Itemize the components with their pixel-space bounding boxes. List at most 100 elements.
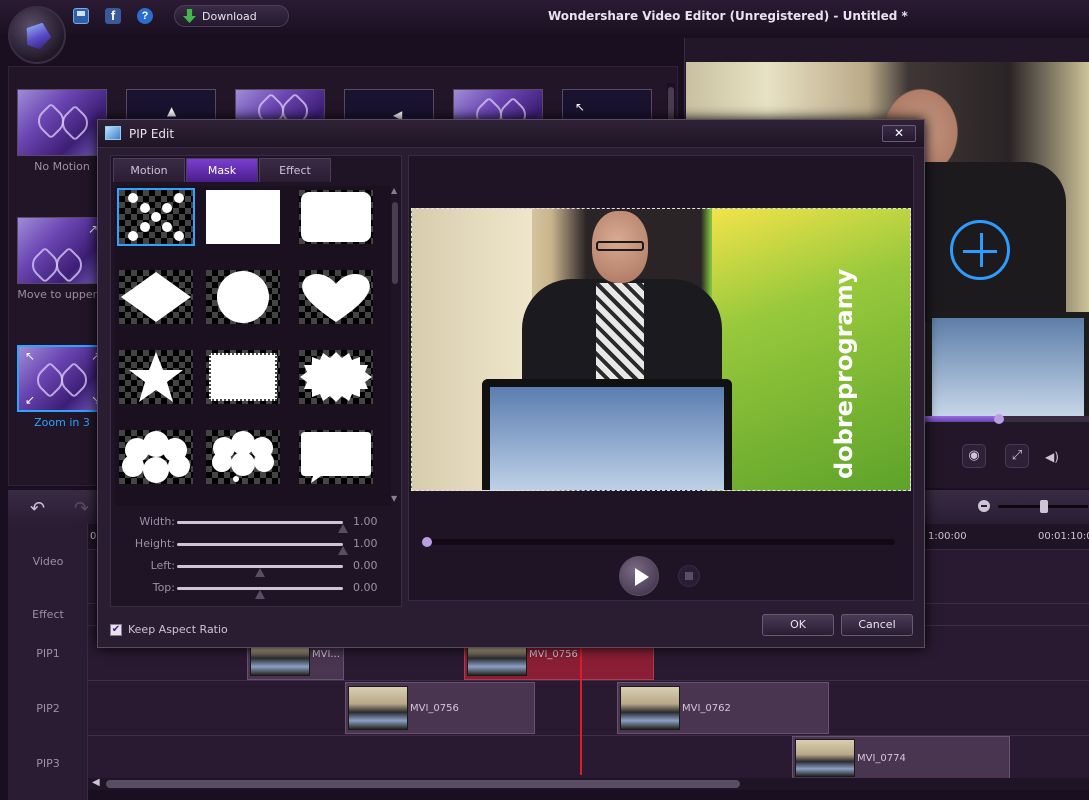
clip-name: MVI_0756 xyxy=(529,648,578,660)
mask-burst[interactable] xyxy=(297,348,375,406)
mask-speech-bubble[interactable] xyxy=(297,428,375,486)
pip-edit-dialog: PIP Edit ✕ Motion Mask Effect ▲ ▼ Width:… xyxy=(97,119,925,648)
heart-shape-icon xyxy=(302,274,370,322)
motion-thumb-no-motion[interactable] xyxy=(17,89,107,156)
motion-thumb-move-upper[interactable]: ↗ xyxy=(17,217,107,284)
camera-icon: ◉ xyxy=(968,448,980,463)
track-label-pip1: PIP1 xyxy=(36,647,60,660)
mask-diamond[interactable] xyxy=(117,268,195,326)
clip-name: MVI_0762 xyxy=(682,702,731,714)
mask-grid xyxy=(115,186,391,506)
close-button[interactable]: ✕ xyxy=(882,125,916,142)
progress-fill xyxy=(925,416,1000,422)
keep-aspect-label: Keep Aspect Ratio xyxy=(128,623,228,636)
pip2-track[interactable]: MVI_0756 MVI_0762 xyxy=(88,681,1089,736)
motion-label: Move to upper... xyxy=(17,288,107,301)
undo-icon[interactable]: ↶ xyxy=(30,498,45,519)
scroll-thumb[interactable] xyxy=(392,202,398,284)
param-value: 0.00 xyxy=(353,559,378,572)
mask-thought-bubble[interactable] xyxy=(204,428,282,486)
pip3-track[interactable]: MVI_0774 xyxy=(88,736,1089,780)
param-value: 0.00 xyxy=(353,581,378,594)
slider-knob[interactable] xyxy=(338,524,348,533)
zoom-out-icon[interactable] xyxy=(978,500,990,512)
mask-star[interactable] xyxy=(117,348,195,406)
play-button[interactable] xyxy=(619,556,659,596)
gem-icon xyxy=(21,18,54,51)
pip-preview-video: dobreprogramy xyxy=(411,208,911,491)
ok-button[interactable]: OK xyxy=(762,614,834,636)
download-button[interactable]: Download xyxy=(174,5,289,27)
left-slider[interactable] xyxy=(177,565,343,577)
motion-label: No Motion xyxy=(34,160,90,173)
keep-aspect-row: ✔ Keep Aspect Ratio xyxy=(110,623,228,636)
slider-knob[interactable] xyxy=(338,546,348,555)
dialog-titlebar[interactable]: PIP Edit ✕ xyxy=(98,120,924,148)
preview-progress[interactable] xyxy=(925,414,1089,424)
zoom-slider[interactable] xyxy=(998,500,1088,513)
motion-thumb-zoom-in-3[interactable]: ↖ ↗ ↙ ↘ xyxy=(17,345,107,412)
param-label: Left: xyxy=(150,559,175,572)
add-icon[interactable] xyxy=(950,220,1010,280)
volume-icon[interactable]: ◀) xyxy=(1045,450,1059,464)
timeline-scrollbar[interactable]: ◀ xyxy=(88,777,1089,790)
heart-icon xyxy=(55,361,93,399)
param-label: Width: xyxy=(139,515,175,528)
clip-thumbnail xyxy=(348,686,408,730)
clip-thumbnail xyxy=(795,739,855,777)
help-icon[interactable]: ? xyxy=(137,8,153,24)
zoom-knob[interactable] xyxy=(1040,500,1048,513)
redo-icon[interactable]: ↷ xyxy=(74,498,89,519)
pip-progress[interactable] xyxy=(422,537,895,547)
progress-knob[interactable] xyxy=(422,537,432,547)
height-slider[interactable] xyxy=(177,543,348,555)
mask-circle[interactable] xyxy=(204,268,282,326)
cancel-button[interactable]: Cancel xyxy=(841,614,913,636)
width-slider[interactable] xyxy=(177,521,348,533)
slider-knob[interactable] xyxy=(255,590,265,599)
playhead[interactable] xyxy=(580,645,582,775)
clip-name: MVI_0756 xyxy=(410,702,459,714)
heart-icon xyxy=(50,246,88,283)
mask-heart[interactable] xyxy=(297,268,375,326)
scroll-left-icon[interactable]: ◀ xyxy=(92,777,100,788)
arrow-down-left-icon: ↙ xyxy=(25,393,36,407)
diamond-shape xyxy=(121,272,191,322)
scroll-down-icon[interactable]: ▼ xyxy=(391,494,397,503)
tab-mask[interactable]: Mask xyxy=(186,158,258,182)
speech-bubble-icon xyxy=(301,432,371,483)
fullscreen-button[interactable]: ⤢ xyxy=(1005,444,1029,468)
star-shape-icon xyxy=(129,352,183,402)
mask-none[interactable] xyxy=(117,188,195,246)
top-slider[interactable] xyxy=(177,587,343,599)
scroll-up-icon[interactable]: ▲ xyxy=(391,186,397,195)
timeline-clip[interactable]: MVI_0774 xyxy=(792,736,1010,780)
timeline-clip[interactable]: MVI_0756 xyxy=(345,682,535,734)
mask-stamp[interactable] xyxy=(204,348,282,406)
thought-bubble-icon xyxy=(212,431,274,482)
cloud-shape-icon xyxy=(122,431,190,483)
slider-knob[interactable] xyxy=(255,568,265,577)
mask-scrollbar[interactable]: ▲ ▼ xyxy=(391,186,399,506)
save-icon[interactable] xyxy=(73,8,89,24)
pip-preview-panel: dobreprogramy xyxy=(408,155,914,601)
rounded-rect-shape xyxy=(301,192,371,242)
mask-rounded-rectangle[interactable] xyxy=(297,188,375,246)
param-label: Height: xyxy=(134,537,175,550)
clip-thumbnail xyxy=(620,686,680,730)
mask-rectangle[interactable] xyxy=(204,188,282,246)
timeline-clip[interactable]: MVI_0762 xyxy=(617,682,829,734)
settings-panel: Motion Mask Effect ▲ ▼ Width: 1.00 Heigh… xyxy=(110,155,402,607)
app-logo[interactable] xyxy=(8,6,66,64)
snapshot-button[interactable]: ◉ xyxy=(962,444,986,468)
tab-effect[interactable]: Effect xyxy=(259,158,331,182)
facebook-icon[interactable]: f xyxy=(105,8,121,24)
track-label-effect: Effect xyxy=(32,608,64,621)
stop-button[interactable] xyxy=(678,565,700,587)
keep-aspect-checkbox[interactable]: ✔ xyxy=(110,623,122,636)
scroll-thumb[interactable] xyxy=(106,780,740,788)
mask-cloud[interactable] xyxy=(117,428,195,486)
clip-name: MVI_0774 xyxy=(857,752,906,764)
tab-motion[interactable]: Motion xyxy=(113,158,185,182)
video-glasses xyxy=(596,241,644,251)
